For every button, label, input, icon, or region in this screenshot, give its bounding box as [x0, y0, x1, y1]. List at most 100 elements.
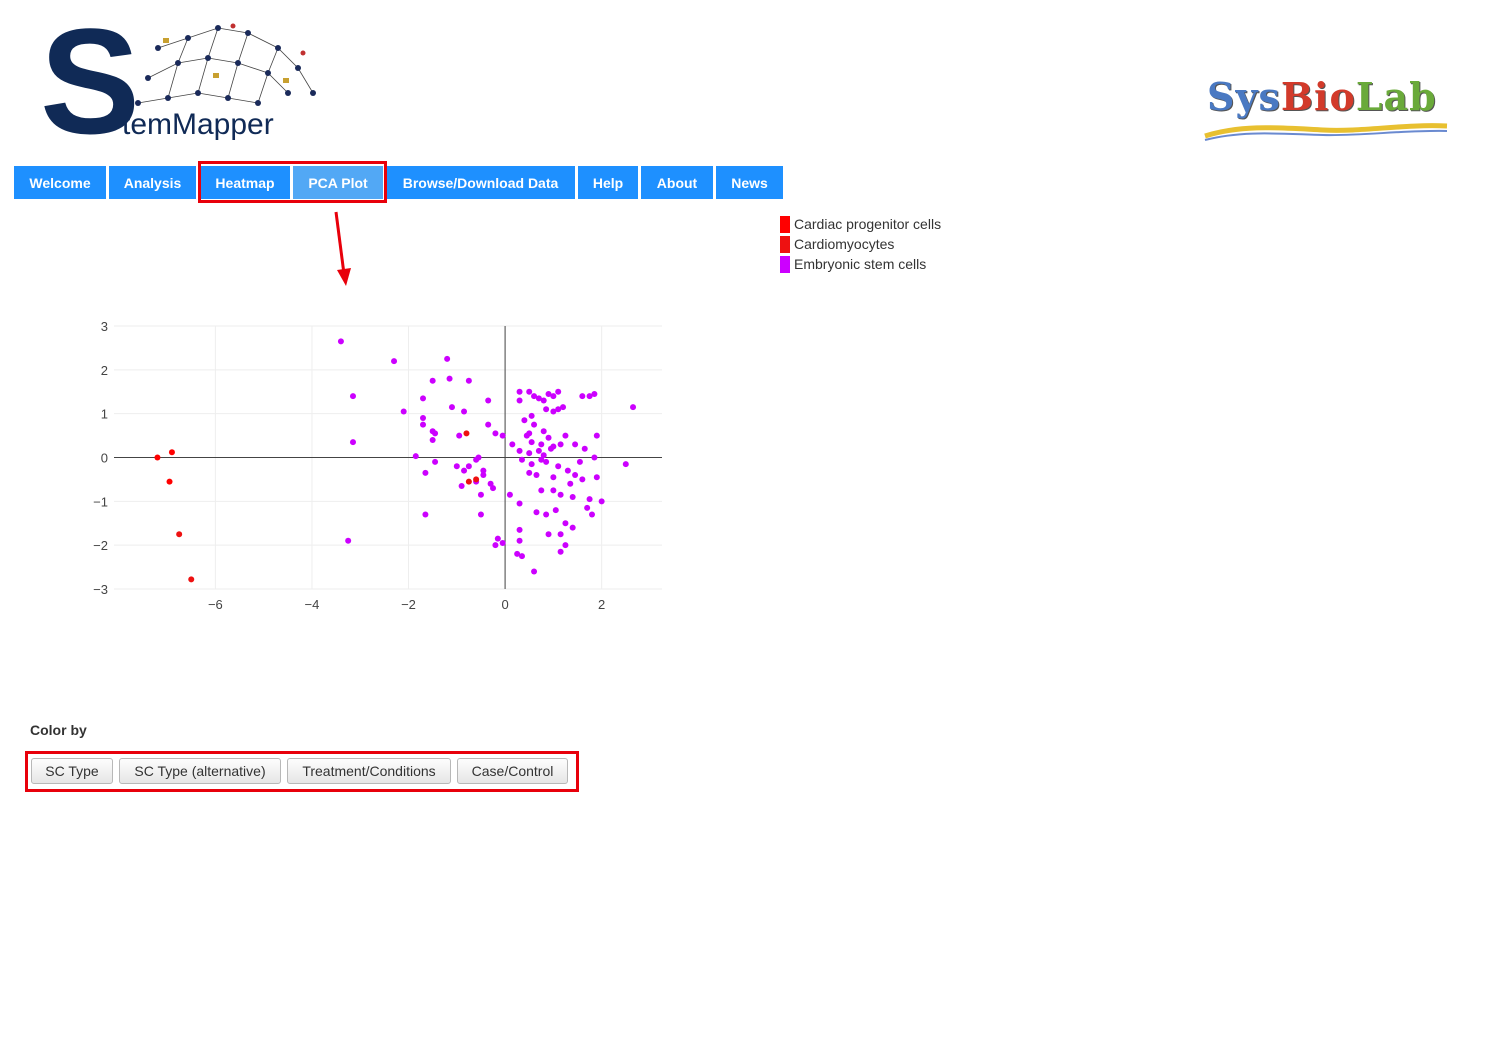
data-point[interactable]	[545, 531, 552, 538]
data-point[interactable]	[540, 397, 547, 404]
color-by-sc-type-alt-button[interactable]: SC Type (alternative)	[119, 758, 281, 784]
data-point[interactable]	[562, 432, 569, 439]
data-point[interactable]	[516, 447, 523, 454]
data-point[interactable]	[429, 377, 436, 384]
data-point[interactable]	[579, 393, 586, 400]
data-point[interactable]	[518, 456, 525, 463]
data-point[interactable]	[480, 472, 487, 479]
tab-help[interactable]: Help	[578, 166, 638, 199]
data-point[interactable]	[349, 393, 356, 400]
data-point[interactable]	[545, 434, 552, 441]
data-point[interactable]	[337, 338, 344, 345]
data-point[interactable]	[630, 404, 637, 411]
data-point[interactable]	[538, 441, 545, 448]
data-point[interactable]	[521, 417, 528, 424]
data-point[interactable]	[154, 454, 161, 461]
data-point[interactable]	[526, 430, 533, 437]
data-point[interactable]	[465, 377, 472, 384]
data-point[interactable]	[516, 500, 523, 507]
data-point[interactable]	[509, 441, 516, 448]
data-point[interactable]	[584, 504, 591, 511]
data-point[interactable]	[543, 406, 550, 413]
data-point[interactable]	[593, 432, 600, 439]
data-point[interactable]	[420, 415, 427, 422]
data-point[interactable]	[422, 511, 429, 518]
tab-welcome[interactable]: Welcome	[14, 166, 106, 199]
legend-item[interactable]: Cardiac progenitor cells	[780, 214, 941, 234]
data-point[interactable]	[188, 576, 195, 583]
data-point[interactable]	[550, 443, 557, 450]
data-point[interactable]	[458, 482, 465, 489]
data-point[interactable]	[400, 408, 407, 415]
tab-browse-download-data[interactable]: Browse/Download Data	[386, 166, 575, 199]
data-point[interactable]	[499, 432, 506, 439]
data-point[interactable]	[448, 404, 455, 411]
data-point[interactable]	[465, 463, 472, 470]
data-point[interactable]	[562, 542, 569, 549]
stemmapper-logo[interactable]: S temMapper	[40, 6, 316, 156]
data-point[interactable]	[622, 461, 629, 468]
data-point[interactable]	[557, 531, 564, 538]
data-point[interactable]	[453, 463, 460, 470]
data-point[interactable]	[586, 496, 593, 503]
tab-pca-plot[interactable]: PCA Plot	[293, 166, 383, 199]
data-point[interactable]	[550, 487, 557, 494]
data-point[interactable]	[569, 493, 576, 500]
data-point[interactable]	[432, 430, 439, 437]
color-by-sc-type-button[interactable]: SC Type	[31, 758, 113, 784]
data-point[interactable]	[506, 491, 513, 498]
data-point[interactable]	[345, 537, 352, 544]
data-point[interactable]	[490, 485, 497, 492]
tab-about[interactable]: About	[641, 166, 713, 199]
data-point[interactable]	[166, 478, 173, 485]
tab-heatmap[interactable]: Heatmap	[200, 166, 290, 199]
legend-item[interactable]: Embryonic stem cells	[780, 254, 941, 274]
data-point[interactable]	[533, 472, 540, 479]
data-point[interactable]	[576, 458, 583, 465]
data-point[interactable]	[526, 388, 533, 395]
data-point[interactable]	[550, 474, 557, 481]
data-point[interactable]	[477, 511, 484, 518]
data-point[interactable]	[562, 520, 569, 527]
data-point[interactable]	[543, 511, 550, 518]
data-point[interactable]	[598, 498, 605, 505]
data-point[interactable]	[552, 507, 559, 514]
data-point[interactable]	[516, 526, 523, 533]
sysbiolab-logo[interactable]: SysBioLab	[1203, 78, 1451, 144]
data-point[interactable]	[516, 388, 523, 395]
data-point[interactable]	[477, 491, 484, 498]
data-point[interactable]	[564, 467, 571, 474]
data-point[interactable]	[538, 487, 545, 494]
data-point[interactable]	[463, 430, 470, 437]
data-point[interactable]	[176, 531, 183, 538]
data-point[interactable]	[555, 388, 562, 395]
pca-scatter-chart[interactable]: −6 −4 −2 0 2 3 2 1 0 −1 −2 −3	[0, 300, 700, 620]
data-point[interactable]	[516, 397, 523, 404]
data-point[interactable]	[591, 390, 598, 397]
data-point[interactable]	[494, 535, 501, 542]
data-point[interactable]	[535, 447, 542, 454]
data-point[interactable]	[540, 428, 547, 435]
data-point[interactable]	[555, 463, 562, 470]
tab-analysis[interactable]: Analysis	[109, 166, 196, 199]
color-by-case-control-button[interactable]: Case/Control	[457, 758, 568, 784]
data-point[interactable]	[533, 509, 540, 516]
data-point[interactable]	[473, 476, 480, 483]
data-point[interactable]	[557, 548, 564, 555]
data-point[interactable]	[557, 491, 564, 498]
data-point[interactable]	[349, 439, 356, 446]
data-point[interactable]	[550, 393, 557, 400]
data-point[interactable]	[581, 445, 588, 452]
data-point[interactable]	[593, 474, 600, 481]
data-point[interactable]	[168, 449, 175, 456]
legend-item[interactable]: Cardiomyocytes	[780, 234, 941, 254]
data-point[interactable]	[422, 469, 429, 476]
data-point[interactable]	[543, 458, 550, 465]
data-point[interactable]	[429, 436, 436, 443]
data-point[interactable]	[420, 421, 427, 428]
data-point[interactable]	[569, 524, 576, 531]
data-point[interactable]	[432, 458, 439, 465]
data-point[interactable]	[528, 461, 535, 468]
data-point[interactable]	[461, 408, 468, 415]
data-point[interactable]	[412, 453, 419, 460]
